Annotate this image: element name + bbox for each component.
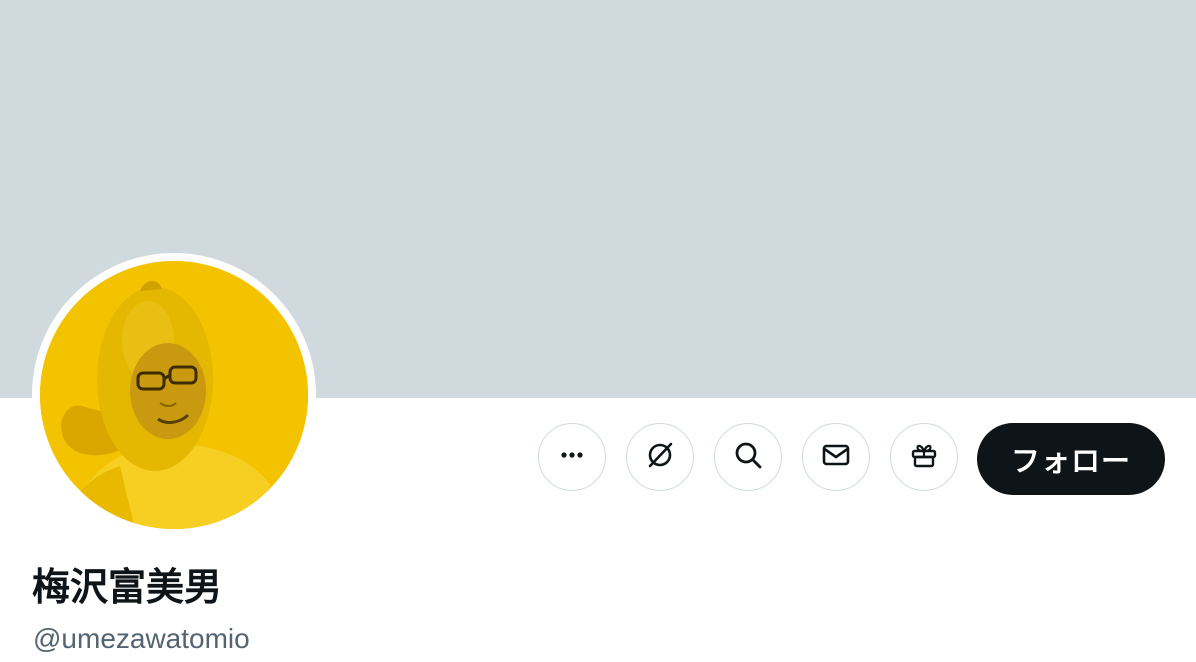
message-button[interactable]: [802, 423, 870, 491]
avatar-photo: [40, 261, 308, 529]
username-handle: @umezawatomio: [33, 623, 250, 654]
more-button[interactable]: [538, 423, 606, 491]
display-name: 梅沢富美男: [32, 567, 223, 609]
grok-button[interactable]: [626, 423, 694, 491]
grok-icon: [644, 439, 676, 476]
follow-button[interactable]: フォロー: [977, 423, 1165, 495]
search-icon: [732, 439, 764, 476]
search-button[interactable]: [714, 423, 782, 491]
avatar-border: [32, 253, 316, 537]
avatar[interactable]: [40, 261, 308, 529]
mail-icon: [820, 439, 852, 476]
more-icon: [556, 439, 588, 476]
gift-button[interactable]: [890, 423, 958, 491]
gift-icon: [908, 439, 940, 476]
